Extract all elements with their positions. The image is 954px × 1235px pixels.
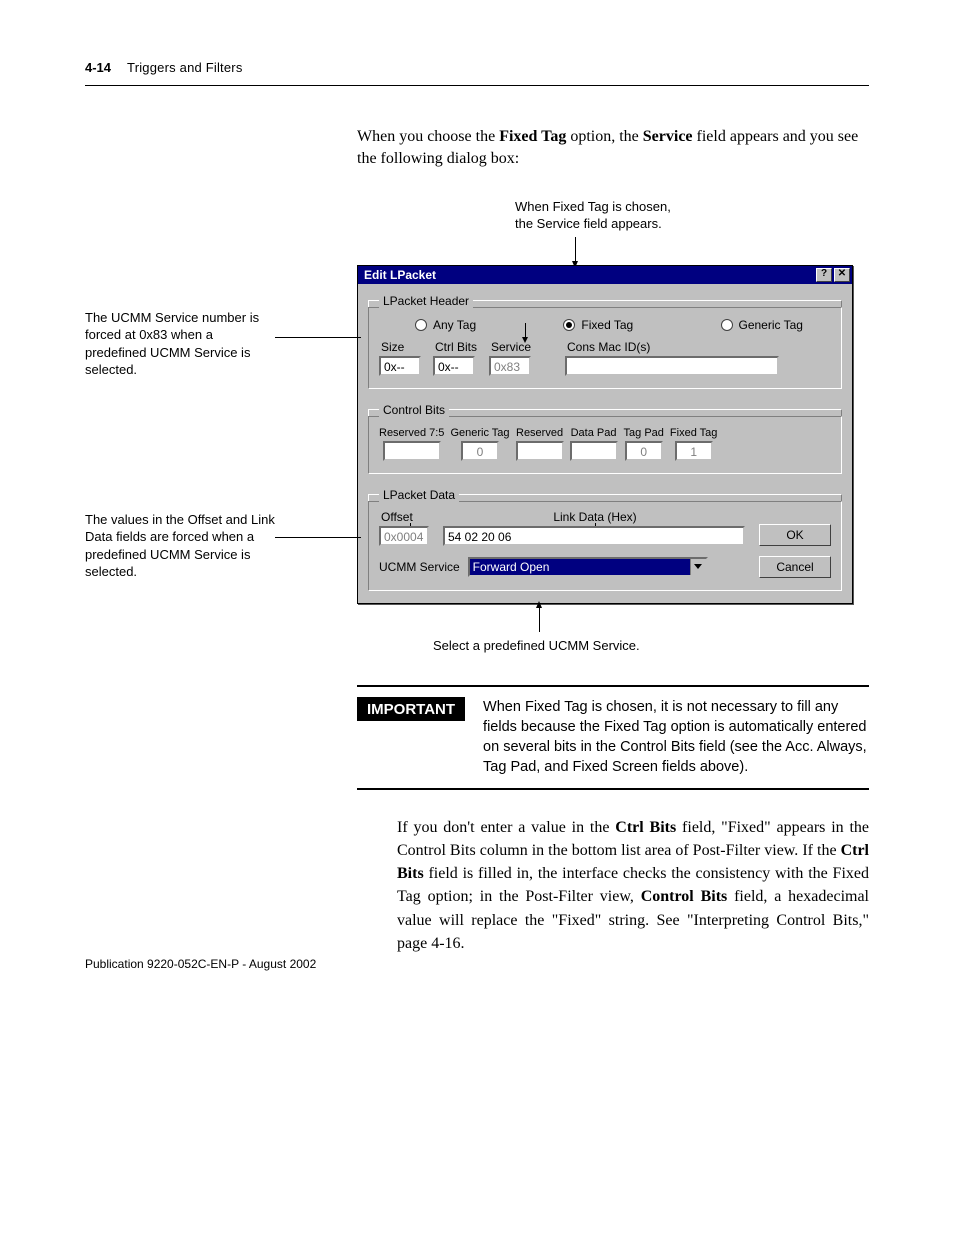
ctrlbits-field[interactable]: 0x-- bbox=[433, 356, 475, 376]
service-field: 0x83 bbox=[489, 356, 531, 376]
intro-paragraph: When you choose the Fixed Tag option, th… bbox=[357, 126, 869, 171]
cb-tagpad-field: 0 bbox=[625, 441, 663, 461]
ok-button[interactable]: OK bbox=[759, 524, 831, 546]
control-bits-group: Control Bits Reserved 7:5 Generic Tag 0 … bbox=[368, 403, 842, 474]
offset-field: 0x0004 bbox=[379, 526, 429, 546]
callout-line-1 bbox=[275, 337, 361, 338]
cb-generic-field: 0 bbox=[461, 441, 499, 461]
dialog-title: Edit LPacket bbox=[364, 268, 436, 282]
cb-generic-label: Generic Tag bbox=[450, 427, 509, 439]
cb-reserved-label: Reserved bbox=[516, 427, 563, 439]
cb-datapad-label: Data Pad bbox=[571, 427, 617, 439]
linkdata-field[interactable]: 54 02 20 06 bbox=[443, 526, 745, 546]
ucmm-service-label: UCMM Service bbox=[379, 560, 460, 574]
lpacket-data-legend: LPacket Data bbox=[379, 488, 459, 502]
ucmm-service-select[interactable]: Forward Open bbox=[468, 557, 708, 577]
cb-fixedtag-label: Fixed Tag bbox=[670, 427, 718, 439]
offset-label: Offset bbox=[379, 510, 429, 524]
chevron-down-icon[interactable] bbox=[690, 559, 706, 575]
size-field[interactable]: 0x-- bbox=[379, 356, 421, 376]
edit-lpacket-dialog: Edit LPacket ? ✕ LPacket Header Any Tag bbox=[357, 265, 853, 604]
radio-generic-tag[interactable]: Generic Tag bbox=[721, 318, 803, 332]
radio-icon bbox=[721, 319, 733, 331]
caption-top: When Fixed Tag is chosen, the Service fi… bbox=[515, 199, 869, 233]
radio-fixed-tag[interactable]: Fixed Tag bbox=[563, 318, 633, 332]
pointer-down-icon bbox=[575, 237, 869, 265]
radio-icon bbox=[563, 319, 575, 331]
important-text: When Fixed Tag is chosen, it is not nece… bbox=[483, 697, 869, 778]
cb-fixedtag-field: 1 bbox=[675, 441, 713, 461]
header-rule bbox=[85, 85, 869, 86]
publication-footer: Publication 9220-052C-EN-P - August 2002 bbox=[85, 957, 316, 971]
radio-icon bbox=[415, 319, 427, 331]
linkdata-label: Link Data (Hex) bbox=[443, 510, 745, 524]
side-callout-2: The values in the Offset and Link Data f… bbox=[85, 511, 275, 581]
pointer-up-icon bbox=[539, 604, 869, 632]
consmac-label: Cons Mac ID(s) bbox=[565, 340, 779, 354]
lpacket-header-legend: LPacket Header bbox=[379, 294, 473, 308]
cb-res75-field[interactable] bbox=[383, 441, 441, 461]
cb-tagpad-label: Tag Pad bbox=[624, 427, 664, 439]
cancel-button[interactable]: Cancel bbox=[759, 556, 831, 578]
help-icon[interactable]: ? bbox=[816, 268, 832, 282]
page-number: 4-14 bbox=[85, 60, 111, 75]
cb-res75-label: Reserved 7:5 bbox=[379, 427, 444, 439]
consmac-field[interactable] bbox=[565, 356, 779, 376]
ucmm-service-value: Forward Open bbox=[470, 559, 690, 575]
lpacket-data-group: LPacket Data Offset 0x0004 Link Data (He… bbox=[368, 488, 842, 591]
cb-reserved-field[interactable] bbox=[516, 441, 564, 461]
side-callout-1: The UCMM Service number is forced at 0x8… bbox=[85, 309, 275, 379]
important-block: IMPORTANT When Fixed Tag is chosen, it i… bbox=[357, 685, 869, 790]
dialog-titlebar[interactable]: Edit LPacket ? ✕ bbox=[358, 266, 852, 284]
figure-wrapper: The UCMM Service number is forced at 0x8… bbox=[85, 265, 869, 653]
caption-bottom: Select a predefined UCMM Service. bbox=[433, 638, 869, 653]
ctrlbits-label: Ctrl Bits bbox=[433, 340, 477, 354]
close-icon[interactable]: ✕ bbox=[834, 268, 850, 282]
cb-datapad-field[interactable] bbox=[570, 441, 618, 461]
radio-any-tag[interactable]: Any Tag bbox=[415, 318, 476, 332]
size-label: Size bbox=[379, 340, 421, 354]
service-label: Service bbox=[489, 340, 531, 354]
lpacket-header-group: LPacket Header Any Tag Fixed Tag Gene bbox=[368, 294, 842, 389]
important-badge: IMPORTANT bbox=[357, 697, 465, 721]
chapter-title: Triggers and Filters bbox=[127, 60, 243, 75]
body-paragraph-2: If you don't enter a value in the Ctrl B… bbox=[397, 816, 869, 955]
control-bits-legend: Control Bits bbox=[379, 403, 449, 417]
callout-line-2 bbox=[275, 537, 361, 538]
